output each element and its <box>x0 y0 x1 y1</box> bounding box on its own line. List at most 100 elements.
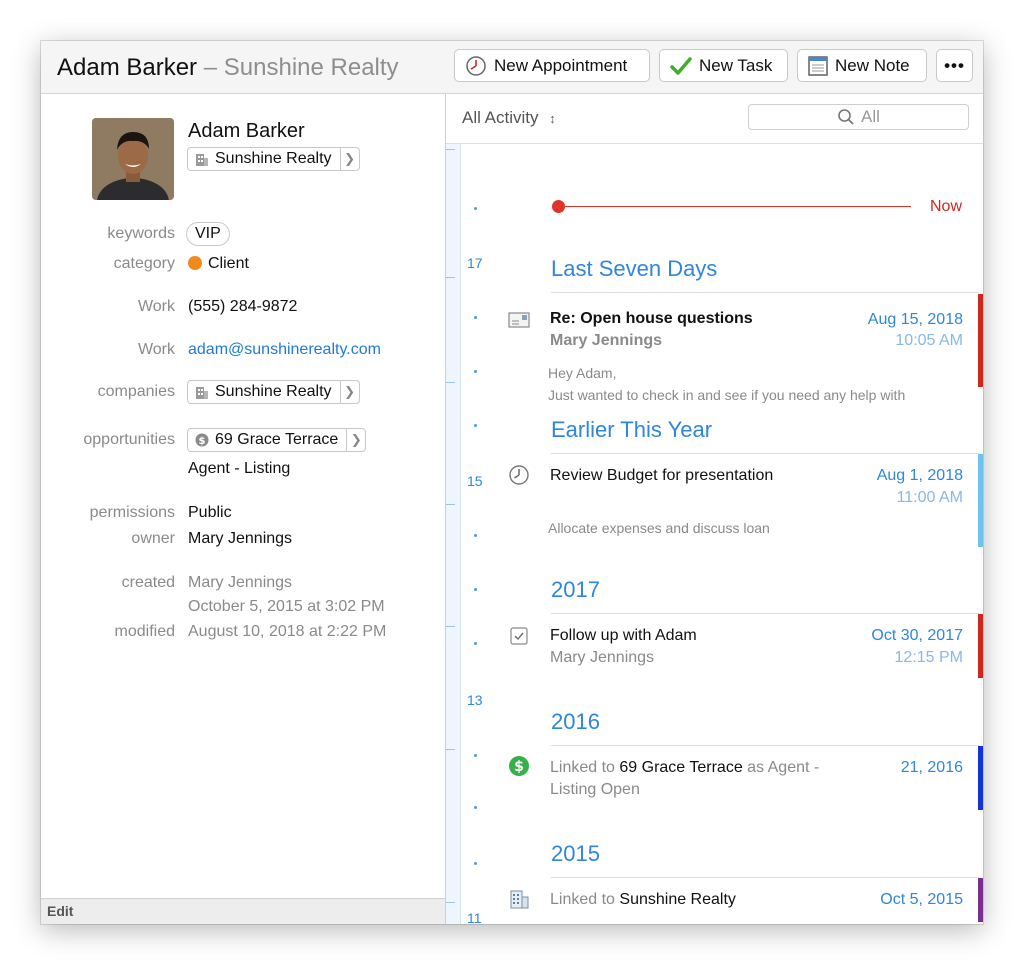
activity-color-bar <box>978 614 983 678</box>
companies-pill[interactable]: Sunshine Realty ❯ <box>187 380 360 404</box>
section-divider <box>551 745 979 746</box>
contact-name: Adam Barker <box>188 120 305 142</box>
linked-target[interactable]: Sunshine Realty <box>619 891 736 908</box>
timeline-tick <box>446 749 455 750</box>
activity-item-date: 21, 2016 <box>900 759 963 776</box>
section-divider <box>551 877 979 878</box>
section-divider <box>551 613 979 614</box>
linked-role: as Agent - <box>747 759 820 776</box>
activity-color-bar <box>978 294 983 387</box>
timeline-scrubber[interactable] <box>446 144 461 924</box>
timeline-tick <box>446 277 455 278</box>
activity-toolbar: All Activity ↕ All <box>446 94 983 144</box>
timeline-dot <box>474 588 477 591</box>
activity-item-date: Aug 15, 2018 <box>867 311 963 328</box>
activity-item-date: Aug 1, 2018 <box>876 467 963 484</box>
new-note-button[interactable]: New Note <box>797 49 927 82</box>
title-company: Sunshine Realty <box>223 54 399 81</box>
activity-item-author: Mary Jennings <box>550 332 663 349</box>
new-task-button[interactable]: New Task <box>659 49 788 82</box>
title-separator: – <box>203 54 218 81</box>
dollar-icon: $ <box>195 433 209 447</box>
chevron-right-icon: ❯ <box>339 381 359 403</box>
edit-button[interactable]: Edit <box>47 903 73 919</box>
section-header-2016: 2016 <box>551 709 600 734</box>
linked-prefix: Linked to <box>550 759 615 776</box>
timeline-dot <box>474 642 477 645</box>
new-task-label: New Task <box>699 55 773 75</box>
activity-item-opportunity[interactable] <box>506 748 977 810</box>
building-icon <box>195 152 209 166</box>
window-title: Adam Barker – Sunshine Realty <box>57 54 399 82</box>
timeline-dot <box>474 806 477 809</box>
email-icon <box>508 312 530 328</box>
timeline-tick <box>446 902 455 903</box>
new-appointment-label: New Appointment <box>494 55 628 75</box>
clock-icon <box>466 55 486 76</box>
chevron-right-icon: ❯ <box>339 148 359 170</box>
section-header-2017: 2017 <box>551 577 600 602</box>
company-pill-label: Sunshine Realty <box>215 150 332 167</box>
linked-role-continued: Listing Open <box>550 781 640 798</box>
clock-icon <box>509 465 529 485</box>
chevron-right-icon: ❯ <box>346 429 365 451</box>
timeline-label-13: 13 <box>467 692 483 708</box>
activity-item-preview: Hey Adam, <box>548 365 617 381</box>
activity-item-preview: Allocate expenses and discuss loan <box>548 520 770 536</box>
timeline-dot <box>474 862 477 865</box>
keyword-tag-vip[interactable]: VIP <box>186 222 230 246</box>
email-link[interactable]: adam@sunshinerealty.com <box>188 341 381 359</box>
section-divider <box>551 453 979 454</box>
now-line <box>559 206 911 207</box>
modified-label: modified <box>114 623 175 640</box>
activity-item-preview: Just wanted to check in and see if you n… <box>548 387 906 403</box>
modified-at: August 10, 2018 at 2:22 PM <box>188 623 387 640</box>
more-options-button[interactable]: ••• <box>936 49 973 82</box>
permissions-value[interactable]: Public <box>188 504 232 522</box>
phone-label: Work <box>137 298 175 315</box>
keywords-label: keywords <box>107 225 175 242</box>
avatar <box>92 118 174 200</box>
category-color-dot <box>188 256 202 270</box>
timeline-dot <box>474 534 477 537</box>
timeline-tick <box>446 382 455 383</box>
contact-window: Adam Barker – Sunshine Realty New Appoin… <box>41 41 983 924</box>
checkbox-icon <box>510 627 528 645</box>
opportunity-role: Agent - Listing <box>188 460 291 477</box>
note-icon <box>808 55 828 76</box>
contact-details-pane: Adam Barker Sunshine Realty ❯ keywords V… <box>41 94 446 924</box>
created-by: Mary Jennings <box>188 574 293 591</box>
owner-label: owner <box>131 530 175 547</box>
activity-color-bar <box>978 878 983 922</box>
created-label: created <box>121 574 175 591</box>
opportunity-pill-label: 69 Grace Terrace <box>215 431 339 448</box>
building-icon <box>195 385 209 399</box>
timeline-label-11: 11 <box>467 910 482 924</box>
companies-label: companies <box>97 383 175 400</box>
activity-item-title: Linked to Sunshine Realty <box>550 891 736 909</box>
dollar-icon: $ <box>509 756 529 776</box>
linked-target[interactable]: 69 Grace Terrace <box>619 759 742 776</box>
category-value[interactable]: Client <box>188 255 249 273</box>
permissions-label: permissions <box>89 504 175 521</box>
activity-filter-dropdown[interactable]: All Activity ↕ <box>462 108 556 128</box>
activity-item-title: Follow up with Adam <box>550 627 697 644</box>
building-icon <box>510 890 529 909</box>
category-label: category <box>113 255 175 272</box>
company-pill[interactable]: Sunshine Realty ❯ <box>187 147 360 171</box>
activity-item-title: Re: Open house questions <box>550 310 753 327</box>
timeline-dot <box>474 370 477 373</box>
activity-item-title: Linked to 69 Grace Terrace as Agent - <box>550 759 819 777</box>
phone-value[interactable]: (555) 284-9872 <box>188 298 297 316</box>
new-appointment-button[interactable]: New Appointment <box>454 49 650 82</box>
owner-value[interactable]: Mary Jennings <box>188 530 292 548</box>
timeline-dot <box>474 424 477 427</box>
opportunities-label: opportunities <box>83 431 175 448</box>
opportunity-pill[interactable]: $ 69 Grace Terrace ❯ <box>187 428 367 452</box>
search-placeholder: All <box>861 107 880 126</box>
activity-item-task[interactable] <box>506 616 977 678</box>
timeline-label-15: 15 <box>467 473 483 489</box>
activity-filter-label: All Activity <box>462 108 539 127</box>
activity-item-date: Oct 30, 2017 <box>871 627 963 644</box>
activity-search-input[interactable]: All <box>748 104 969 130</box>
